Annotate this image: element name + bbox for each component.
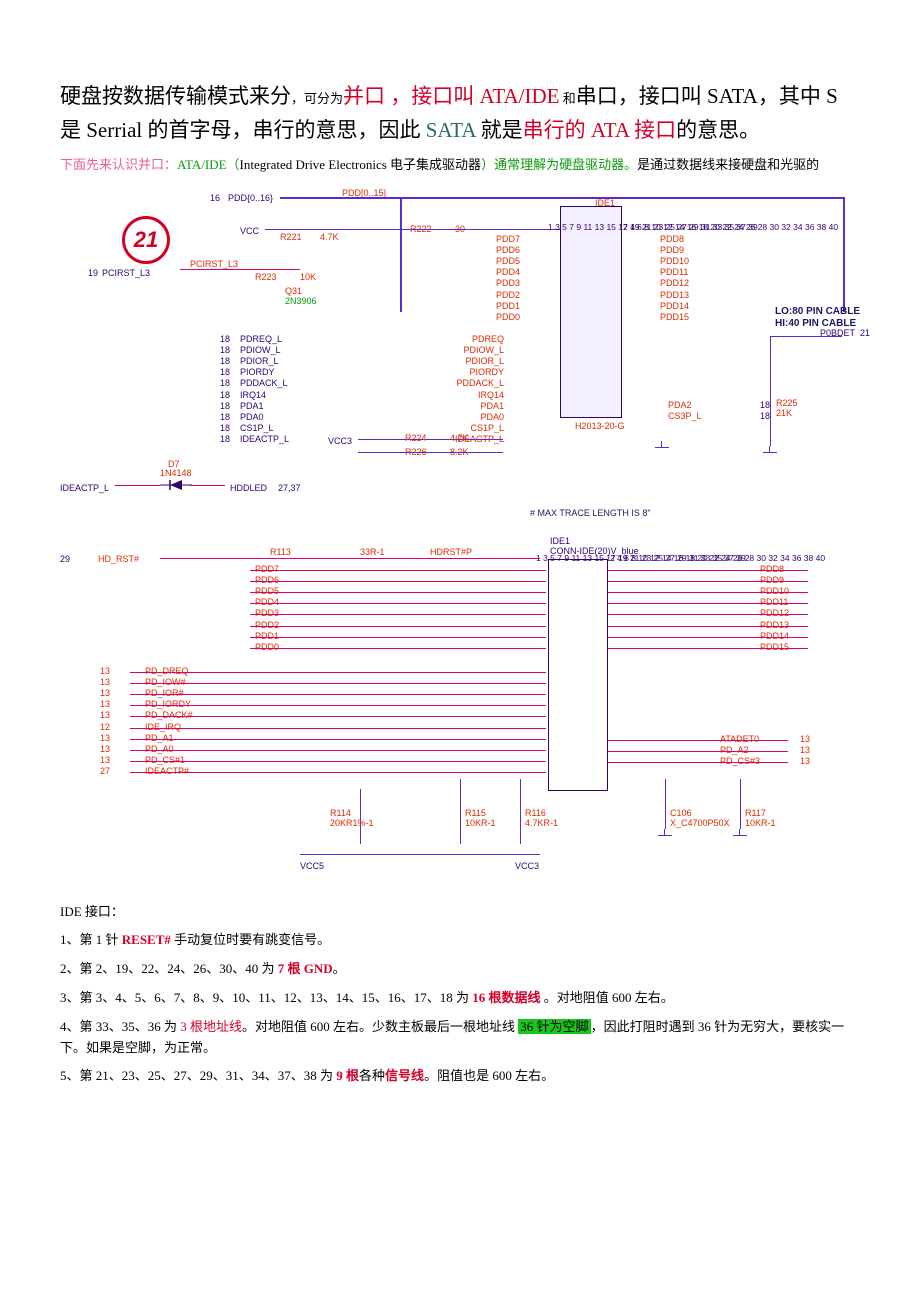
l1a: 1、第 1 针 — [60, 932, 122, 947]
r221-val: 4.7K — [320, 230, 339, 244]
p2-t2: ATA/IDE（ — [177, 157, 240, 172]
r114-val: 20KR1%-1 — [330, 816, 374, 830]
d1-left-bot-sigs: PDREQ PDIOW_L PDIOR_L PIORDY PDDACK_L IR… — [455, 334, 504, 446]
vcc-label: VCC — [240, 224, 259, 238]
gnd-icon-3 — [658, 829, 672, 841]
note-maxtrace: # MAX TRACE LENGTH IS 8" — [530, 506, 651, 520]
ideactp-port: IDEACTP_L — [60, 481, 109, 495]
d2-pins-right: 2 4 6 8 10 12 14 16 18 20 22 24 26 28 30… — [610, 553, 825, 564]
l3a: 3、第 3、4、5、6、7、8、9、10、11、12、13、14、15、16、1… — [60, 990, 472, 1005]
ide1-connector-box-2 — [548, 559, 608, 791]
p1-t9: 的意思。 — [676, 118, 760, 142]
p1-t1: 硬盘按数据传输模式来分 — [60, 84, 291, 108]
annotation-circle-21: 21 — [122, 216, 170, 264]
bus-port-label: PDD{0..16} — [228, 191, 273, 205]
l1c: 手动复位时要有跳变信号。 — [171, 932, 330, 947]
l5e: 。阻值也是 600 左右。 — [424, 1068, 554, 1083]
gnd-icon-4 — [733, 829, 747, 841]
l5d: 信号线 — [385, 1068, 424, 1083]
d1-left-bot-nums: 18 18 18 18 18 18 18 18 18 18 — [220, 334, 230, 446]
p2-t1: 下面先来认识并口： — [60, 157, 177, 172]
l5b: 9 根 — [336, 1068, 359, 1083]
d1-right-bot-sigs: PDA2 CS3P_L — [668, 400, 702, 422]
bus-port-num: 16 — [210, 191, 220, 205]
ide-title: IDE 接口： — [60, 902, 860, 923]
pcirst-num: 19 — [88, 266, 98, 280]
d1-pins-right: 2 4 6 8 10 12 14 16 18 20 22 24 26 28 30… — [623, 222, 838, 233]
r116-val: 4.7KR-1 — [525, 816, 558, 830]
ide-line-5: 5、第 21、23、25、27、29、31、34、37、38 为 9 根各种信号… — [60, 1066, 860, 1087]
r113-val: 33R-1 — [360, 545, 385, 559]
c106-val: X_C4700P50X — [670, 816, 730, 830]
pcirst-port: PCIRST_L3 — [102, 266, 150, 280]
ide1-ref: IDE1 — [595, 196, 615, 210]
d1-right-bot-nums: 18 18 — [760, 400, 770, 422]
ide-line-1: 1、第 1 针 RESET# 手动复位时要有跳变信号。 — [60, 930, 860, 951]
d1-left-bot-ports: PDREQ_L PDIOW_L PDIOR_L PIORDY PDDACK_L … — [240, 334, 289, 446]
diode-icon — [160, 478, 192, 500]
p2-t3: Integrated Drive Electronics 电子集成驱动器 — [240, 157, 482, 172]
d2-left-top-sigs: PDD7 PDD6 PDD5 PDD4 PDD3 PDD2 PDD1 PDD0 — [255, 564, 279, 654]
r223-val: 10K — [300, 270, 316, 284]
l2b: 7 根 GND — [278, 961, 333, 976]
r221-ref: R221 — [280, 230, 302, 244]
hddled-port: HDDLED — [230, 481, 267, 495]
paragraph-intro: 硬盘按数据传输模式来分，可分为并口 ，接口叫 ATA/IDE 和串口，接口叫 S… — [60, 80, 860, 147]
schematic-diagram-1: 21 16 PDD{0..16} PDD[0..15] VCC R221 4.7… — [60, 186, 870, 516]
note-hi40: HI:40 PIN CABLE — [775, 316, 856, 332]
l4d: 36 针为空脚 — [518, 1019, 590, 1034]
l1b: RESET# — [122, 932, 171, 947]
r225-val: 21K — [776, 406, 792, 420]
vcc3-label: VCC3 — [328, 434, 352, 448]
l2a: 2、第 2、19、22、24、26、30、40 为 — [60, 961, 278, 976]
d1-right-top-sigs: PDD8 PDD9 PDD10 PDD11 PDD12 PDD13 PDD14 … — [660, 234, 689, 324]
hdrst-net: HDRST#P — [430, 545, 472, 559]
r224-ref: R224 — [405, 431, 427, 445]
ide-line-2: 2、第 2、19、22、24、26、30、40 为 7 根 GND。 — [60, 959, 860, 980]
r224-val: 4.7K — [450, 431, 469, 445]
l4b: 3 根地址线 — [180, 1019, 242, 1034]
vcc5-label: VCC5 — [300, 859, 324, 873]
ide1-connector-box — [560, 206, 622, 418]
p2-t4: ）通常理解为硬盘驱动器。 — [481, 157, 637, 172]
l3c: 。对地阻值 600 左右。 — [544, 990, 674, 1005]
r223-ref: R223 — [255, 270, 277, 284]
cabledet-num: 21 — [860, 326, 870, 340]
l5c: 各种 — [359, 1068, 385, 1083]
schematic-diagram-2: 29 HD_RST# R113 33R-1 HDRST#P IDE1 CONN-… — [60, 534, 870, 884]
d2-left-bot-nums: 13 13 13 13 13 12 13 13 13 27 — [100, 666, 110, 778]
r113-ref: R113 — [270, 545, 291, 559]
d2-right-top-sigs: PDD8 PDD9 PDD10 PDD11 PDD12 PDD13 PDD14 … — [760, 564, 789, 654]
p1-t3: 并口 ，接口叫 ATA/IDE — [343, 84, 559, 108]
p1-t4: 和 — [560, 91, 576, 106]
r115-val: 10KR-1 — [465, 816, 496, 830]
paragraph-explain-ata: 下面先来认识并口：ATA/IDE（Integrated Drive Electr… — [60, 155, 860, 177]
hdrst-port: HD_RST# — [98, 552, 139, 566]
gnd-icon-2 — [655, 441, 669, 453]
ide-line-3: 3、第 3、4、5、6、7、8、9、10、11、12、13、14、15、16、1… — [60, 988, 860, 1009]
ide-line-4: 4、第 33、35、36 为 3 根地址线。对地阻值 600 左右。少数主板最后… — [60, 1017, 860, 1059]
p1-t8: 串行的 ATA 接口 — [523, 118, 677, 142]
p1-t2: ，可分为 — [291, 91, 343, 106]
d1-left-top-sigs: PDD7 PDD6 PDD5 PDD4 PDD3 PDD2 PDD1 PDD0 — [496, 234, 520, 324]
d2-right-bot-nums: 13 13 13 — [800, 734, 810, 768]
vcc3-label-2: VCC3 — [515, 859, 539, 873]
gnd-icon — [763, 446, 777, 458]
l4a: 4、第 33、35、36 为 — [60, 1019, 180, 1034]
l5a: 5、第 21、23、25、27、29、31、34、37、38 为 — [60, 1068, 336, 1083]
ide1-part: H2013-20-G — [575, 419, 625, 433]
l2c: 。 — [333, 961, 346, 976]
q31-part: 2N3906 — [285, 294, 317, 308]
p1-t6: SATA — [426, 118, 476, 142]
p1-t7: 就是 — [475, 118, 522, 142]
l4c: 。对地阻值 600 左右。少数主板最后一根地址线 — [242, 1019, 518, 1034]
l3b: 16 根数据线 — [472, 990, 544, 1005]
hdrst-num: 29 — [60, 552, 70, 566]
p2-t5: 是通过数据线来接硬盘和光驱的 — [637, 157, 819, 172]
r117-val: 10KR-1 — [745, 816, 776, 830]
hddled-num: 27,37 — [278, 481, 301, 495]
